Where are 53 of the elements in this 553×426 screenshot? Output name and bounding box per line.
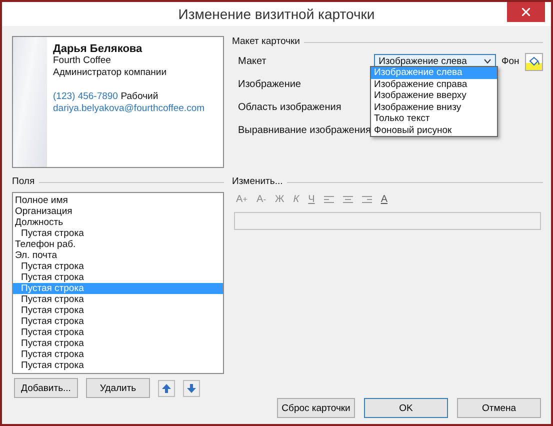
- add-button[interactable]: Добавить...: [14, 378, 78, 398]
- background-color-button[interactable]: [525, 52, 543, 70]
- group-title: Изменить...: [232, 176, 283, 188]
- field-label: Выравнивание изображения: [238, 125, 370, 136]
- list-item[interactable]: Пустая строка: [13, 272, 223, 283]
- field-label: Макет: [238, 56, 268, 67]
- cancel-button[interactable]: Отмена: [457, 398, 541, 418]
- window-title: Изменение визитной карточки: [178, 6, 375, 22]
- list-item[interactable]: Должность: [13, 217, 223, 228]
- menu-item[interactable]: Фоновый рисунок: [371, 124, 497, 136]
- menu-item[interactable]: Изображение вверху: [371, 90, 497, 102]
- list-item[interactable]: Телефон раб.: [13, 239, 223, 250]
- up-arrow-icon: [162, 384, 171, 392]
- card-email: dariya.belyakova@fourthcoffee.com: [53, 103, 205, 115]
- move-down-button[interactable]: [183, 380, 200, 396]
- list-item[interactable]: Пустая строка: [13, 327, 223, 338]
- field-label: Область изображения: [238, 102, 342, 113]
- font-color-button[interactable]: A: [380, 194, 388, 204]
- list-item[interactable]: Пустая строка: [13, 349, 223, 360]
- card-phone: (123) 456-7890: [53, 91, 118, 102]
- delete-button[interactable]: Удалить: [86, 378, 150, 398]
- list-item[interactable]: Организация: [13, 206, 223, 217]
- list-item[interactable]: Пустая строка: [13, 294, 223, 305]
- field-label: Изображение: [238, 79, 302, 90]
- card-name: Дарья Белякова: [53, 43, 144, 55]
- ok-button[interactable]: OK: [364, 398, 448, 418]
- card-job-title: Администратор компании: [53, 67, 168, 79]
- menu-item[interactable]: Изображение внизу: [371, 102, 497, 113]
- list-item[interactable]: Пустая строка: [13, 261, 223, 272]
- card-phone-label: Рабочий: [120, 91, 158, 102]
- group-title: Макет карточки: [232, 36, 300, 48]
- close-icon: [522, 8, 530, 16]
- menu-item[interactable]: Только текст: [371, 113, 497, 124]
- list-item[interactable]: Эл. почта: [13, 250, 223, 261]
- list-item[interactable]: Пустая строка: [13, 360, 223, 371]
- list-item[interactable]: Пустая строка: [13, 338, 223, 349]
- chevron-icon: [484, 59, 491, 64]
- list-item[interactable]: Пустая строка: [13, 228, 223, 239]
- align-left-icon[interactable]: [324, 194, 334, 204]
- close-button[interactable]: [507, 2, 545, 22]
- background-label: Фон: [502, 56, 520, 68]
- list-item[interactable]: Пустая строка: [13, 305, 223, 316]
- paint-bucket-icon: [528, 57, 540, 66]
- down-arrow-icon: [187, 384, 196, 392]
- group-title: Поля: [12, 176, 35, 188]
- reset-card-button[interactable]: Сброс карточки: [277, 398, 355, 418]
- move-up-button[interactable]: [158, 380, 175, 396]
- list-item[interactable]: Пустая строка: [13, 316, 223, 327]
- card-company: Fourth Coffee: [53, 55, 112, 67]
- list-item[interactable]: Полное имя: [13, 195, 223, 206]
- menu-item[interactable]: Изображение справа: [371, 78, 497, 90]
- align-right-icon[interactable]: [362, 194, 372, 204]
- align-center-icon[interactable]: [342, 194, 353, 204]
